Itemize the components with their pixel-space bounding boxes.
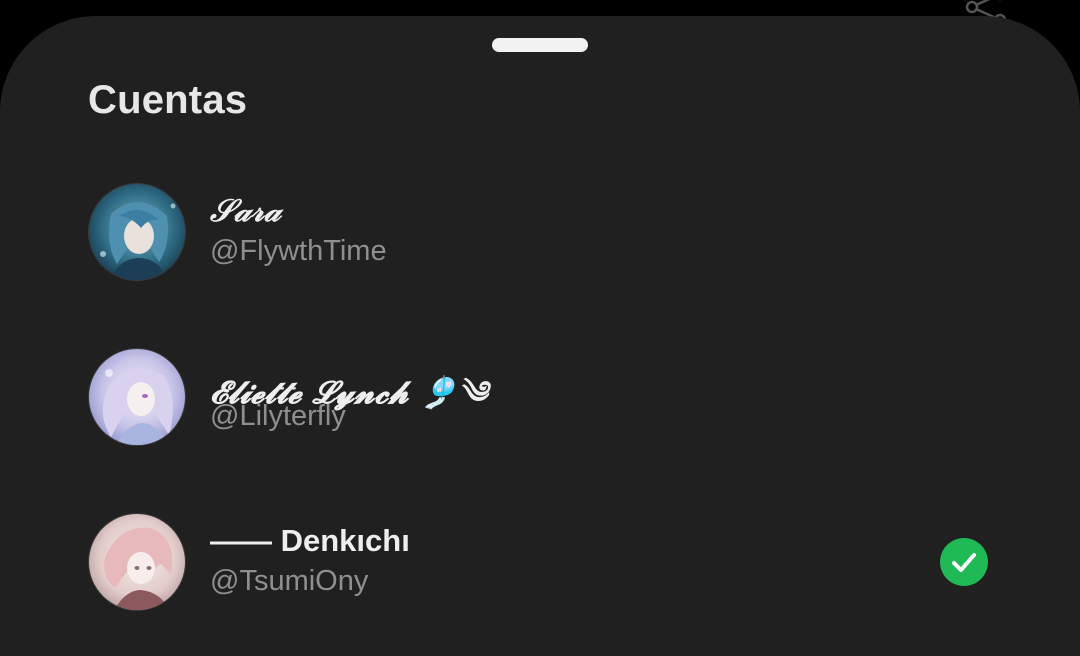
account-handle: @TsumiOny bbox=[210, 565, 369, 597]
account-row-flywthtime[interactable]: 𝒮𝒶𝓇𝒶 @FlywthTime bbox=[0, 183, 1080, 313]
drag-handle[interactable] bbox=[492, 38, 588, 52]
account-handle: @FlywthTime bbox=[210, 235, 387, 267]
avatar-icon bbox=[88, 348, 186, 446]
account-handle: @Lilyterfly bbox=[210, 400, 346, 432]
accounts-bottom-sheet: Cuentas 𝒮𝒶𝓇𝒶 @FlywthTime 𝓔𝓵𝓲𝓮𝓽𝓽𝓮 𝓛𝔂𝓷𝓬𝓱 🎐… bbox=[0, 16, 1080, 656]
check-circle-icon bbox=[940, 538, 988, 586]
avatar-icon bbox=[88, 183, 186, 281]
avatar-icon bbox=[88, 513, 186, 611]
sheet-title: Cuentas bbox=[88, 78, 248, 122]
account-row-lilyterfly[interactable]: 𝓔𝓵𝓲𝓮𝓽𝓽𝓮 𝓛𝔂𝓷𝓬𝓱 🎐༄ @Lilyterfly bbox=[0, 348, 1080, 478]
account-display-name: —— Denkıchı bbox=[210, 523, 410, 558]
account-row-tsumiony[interactable]: —— Denkıchı @TsumiOny bbox=[0, 513, 1080, 643]
account-display-name: 𝒮𝒶𝓇𝒶 bbox=[210, 193, 281, 229]
